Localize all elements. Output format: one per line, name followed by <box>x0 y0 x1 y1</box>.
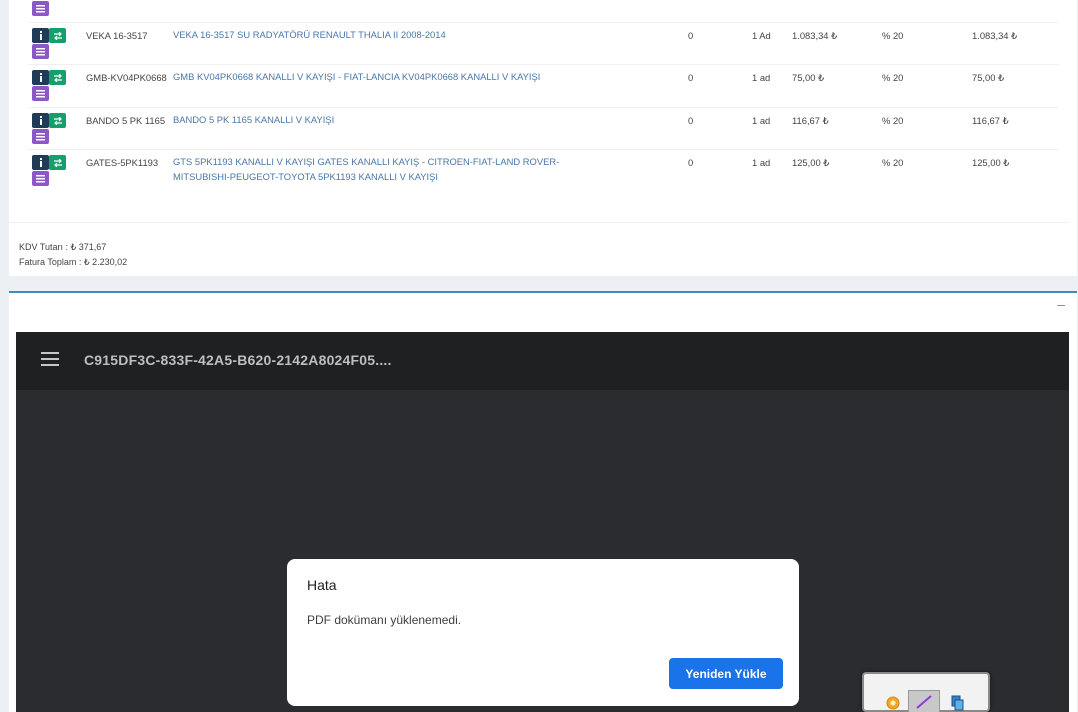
dialog-message: PDF dokümanı yüklenemedi. <box>307 613 462 627</box>
row-divider <box>28 107 1059 108</box>
product-code: BANDO 5 PK 1165 <box>86 115 166 126</box>
info-button[interactable] <box>32 70 49 85</box>
product-code: GATES-5PK1193 <box>86 157 159 168</box>
product-description-link[interactable]: VEKA 16-3517 SU RADYATÖRÜ RENAULT THALIA… <box>173 27 613 42</box>
info-button[interactable] <box>32 28 49 43</box>
list-button[interactable] <box>32 86 49 101</box>
list-icon <box>36 174 45 182</box>
reload-button[interactable]: Yeniden Yükle <box>669 658 783 689</box>
product-code: VEKA 16-3517 <box>86 30 148 41</box>
error-dialog: Hata PDF dokümanı yüklenemedi. Yeniden Y… <box>287 559 799 706</box>
list-button[interactable] <box>32 129 49 144</box>
swap-button[interactable] <box>49 155 66 170</box>
floating-toolbar <box>862 672 990 712</box>
swap-icon <box>53 73 62 82</box>
product-code: GMB-KV04PK0668 <box>86 72 167 83</box>
quantity: 0 <box>688 115 694 126</box>
list-icon <box>36 132 45 140</box>
row-divider <box>28 64 1059 65</box>
swap-button[interactable] <box>49 70 66 85</box>
line-total: 75,00 ₺ <box>972 72 1005 83</box>
swap-button[interactable] <box>49 28 66 43</box>
network-icon[interactable] <box>946 692 968 712</box>
quantity: 0 <box>688 157 694 168</box>
swap-icon <box>53 31 62 40</box>
dialog-title: Hata <box>307 577 337 593</box>
list-button[interactable] <box>32 171 49 186</box>
swap-icon <box>53 158 62 167</box>
info-button[interactable] <box>32 113 49 128</box>
vat-rate: % 20 <box>882 72 904 83</box>
pen-icon[interactable] <box>908 690 940 712</box>
vat-rate: % 20 <box>882 30 904 41</box>
row-divider <box>28 22 1059 23</box>
unit-price: 75,00 ₺ <box>792 72 825 83</box>
viewer-toolbar: C915DF3C-833F-42A5-B620-2142A8024F05.... <box>16 332 1069 390</box>
product-description-link[interactable]: GMB KV04PK0668 KANALLI V KAYIŞI - FIAT-L… <box>173 69 613 84</box>
line-total: 125,00 ₺ <box>972 157 1010 168</box>
info-icon <box>39 116 42 125</box>
line-total: 1.083,34 ₺ <box>972 30 1018 41</box>
list-button[interactable] <box>32 1 49 16</box>
list-icon <box>36 4 45 12</box>
sun-icon[interactable] <box>882 692 904 712</box>
line-total: 116,67 ₺ <box>972 115 1009 126</box>
quantity: 0 <box>688 30 694 41</box>
list-icon <box>36 47 45 55</box>
info-button[interactable] <box>32 155 49 170</box>
list-icon <box>36 89 45 97</box>
product-description-link[interactable]: BANDO 5 PK 1165 KANALLI V KAYIŞI <box>173 112 613 127</box>
unit-price: 1.083,34 ₺ <box>792 30 838 41</box>
pdf-viewer: C915DF3C-833F-42A5-B620-2142A8024F05....… <box>16 332 1069 712</box>
unit: 1 Ad <box>752 30 771 41</box>
kdv-total: KDV Tutarı : ₺ 371,67 <box>19 242 107 252</box>
product-description-link[interactable]: GTS 5PK1193 KANALLI V KAYIŞI GATES KANAL… <box>173 154 613 184</box>
row-divider <box>28 149 1059 150</box>
info-icon <box>39 73 42 82</box>
vat-rate: % 20 <box>882 115 904 126</box>
invoice-total: Fatura Toplam : ₺ 2.230,02 <box>19 257 128 267</box>
unit-price: 125,00 ₺ <box>792 157 830 168</box>
vat-rate: % 20 <box>882 157 904 168</box>
collapse-button[interactable]: – <box>1057 297 1065 311</box>
quantity: 0 <box>688 72 694 83</box>
unit: 1 ad <box>752 72 771 83</box>
swap-icon <box>53 116 62 125</box>
list-button[interactable] <box>32 44 49 59</box>
info-icon <box>39 31 42 40</box>
invoice-totals: KDV Tutarı : ₺ 371,67 Fatura Toplam : ₺ … <box>19 240 127 270</box>
unit-price: 116,67 ₺ <box>792 115 829 126</box>
totals-divider <box>9 222 1069 223</box>
swap-button[interactable] <box>49 113 66 128</box>
hamburger-menu-icon[interactable] <box>41 352 59 366</box>
unit: 1 ad <box>752 157 771 168</box>
unit: 1 ad <box>752 115 771 126</box>
document-title: C915DF3C-833F-42A5-B620-2142A8024F05.... <box>84 352 392 368</box>
info-icon <box>39 158 42 167</box>
